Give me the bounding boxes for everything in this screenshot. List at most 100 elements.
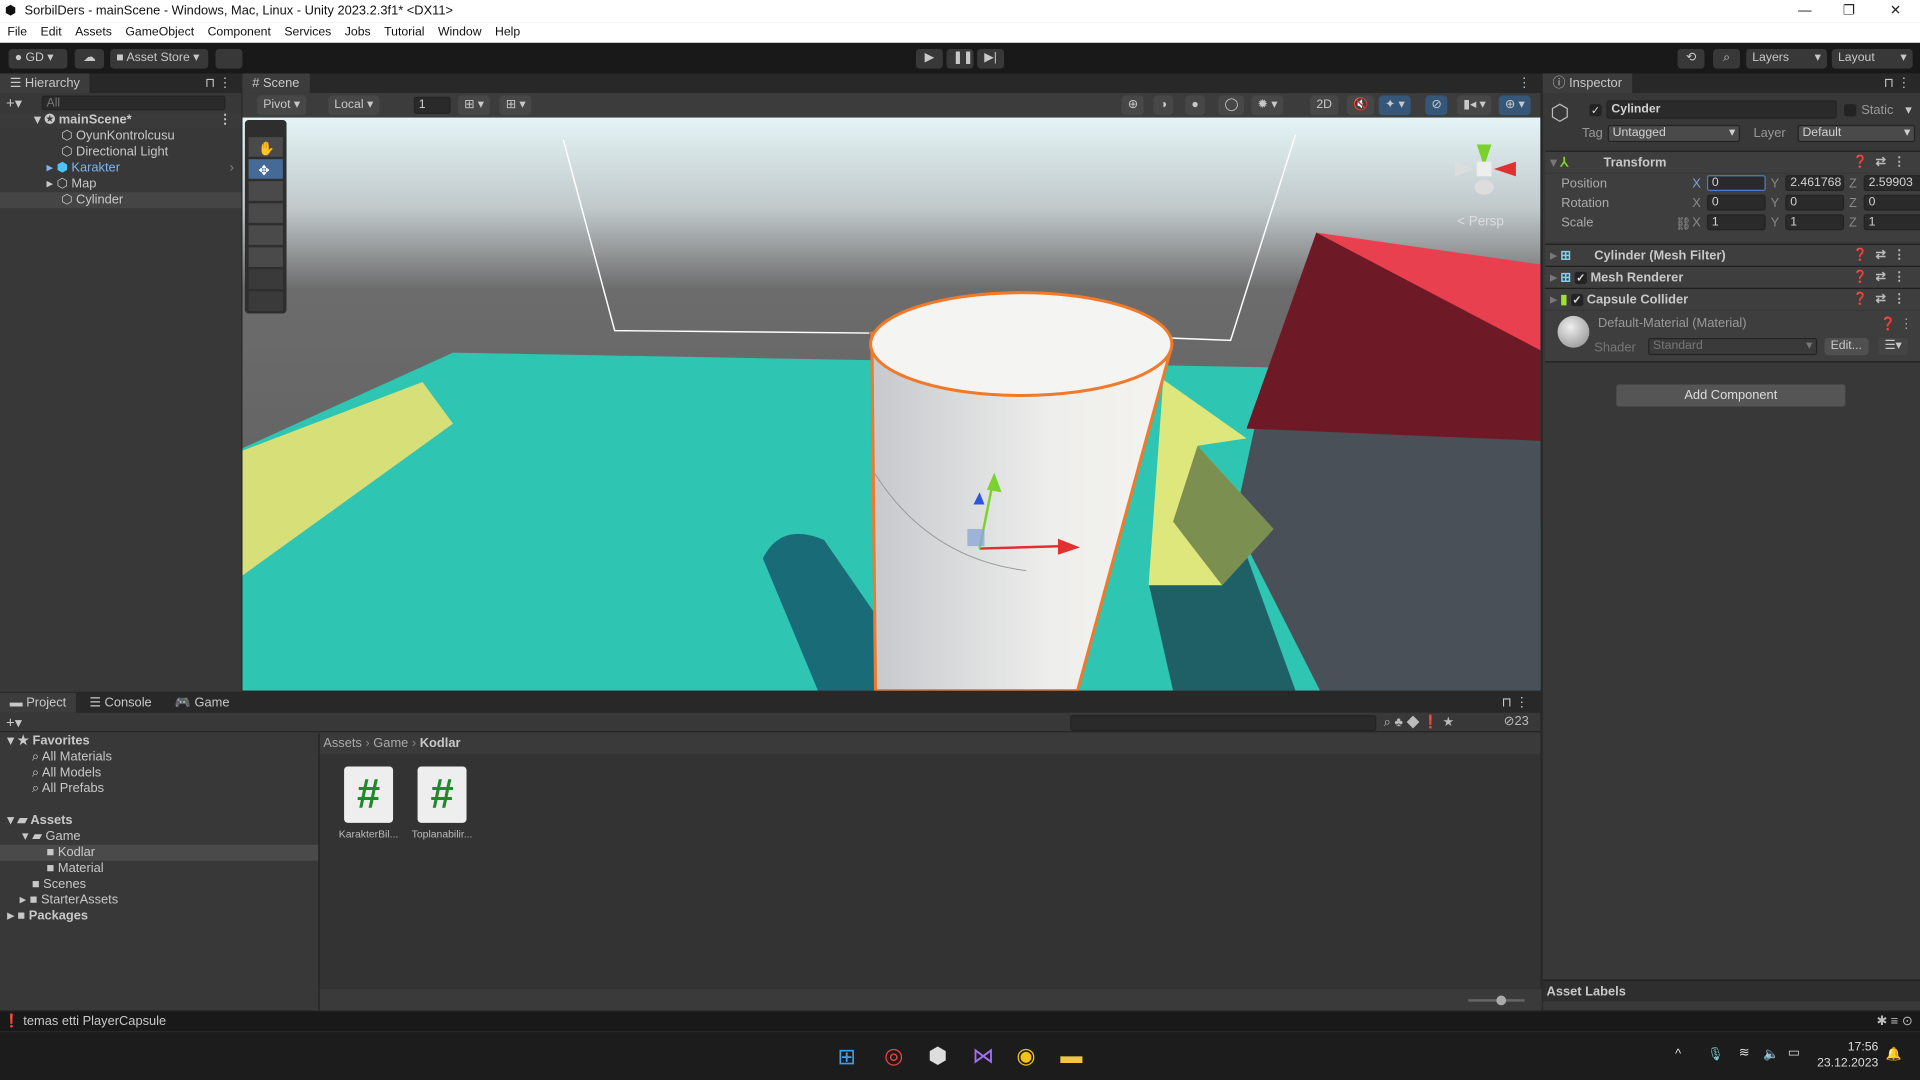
active-checkbox[interactable]: ✓ (1589, 104, 1602, 117)
hierarchy-item[interactable]: ⬡ OyunKontrolcusu (0, 129, 241, 145)
clock-time[interactable]: 17:56 (1837, 1041, 1879, 1054)
script-file[interactable]: # Toplanabilir... (408, 766, 477, 840)
folder-scenes[interactable]: ■ Scenes (0, 877, 318, 893)
rotate-tool[interactable] (248, 181, 283, 201)
filter-icons[interactable]: ⌕ ♣ ◆ ❗ ★ (1384, 714, 1454, 731)
maximize-button[interactable]: ❐ (1827, 0, 1871, 22)
folder-starterassets[interactable]: ▸ ■ StarterAssets (0, 893, 318, 909)
cloud-button[interactable]: ☁ (74, 48, 105, 69)
hierarchy-tab[interactable]: ☰ Hierarchy (0, 73, 90, 94)
menu-edit[interactable]: Edit (41, 22, 62, 43)
microphone-icon[interactable]: 🎙 (1707, 1046, 1723, 1062)
scale-z-field[interactable]: 1 (1863, 214, 1920, 231)
static-checkbox[interactable] (1844, 104, 1857, 117)
app-icon[interactable]: ◎ (884, 1043, 903, 1069)
gizmo-plane-handle[interactable] (967, 528, 985, 547)
tab-game[interactable]: 🎮 Game (165, 693, 239, 713)
component-menu-icons[interactable]: ❓⇄⋮ (1853, 289, 1913, 311)
search-button[interactable]: ⌕ (1713, 48, 1741, 69)
rotation-x-field[interactable]: 0 (1706, 194, 1766, 211)
position-z-field[interactable]: 2.59903 (1863, 175, 1920, 192)
component-menu-icons[interactable]: ❓⇄⋮ (1853, 267, 1913, 289)
hierarchy-search-input[interactable] (41, 95, 226, 111)
constrain-proportions-icon[interactable]: ⛓ (1675, 216, 1691, 232)
layout-dropdown[interactable]: Layout ▾ (1831, 48, 1913, 69)
inspector-lock-icon[interactable]: ⊓ ⋮ (1884, 73, 1910, 93)
menu-component[interactable]: Component (208, 22, 271, 43)
asset-store-button[interactable]: ■ Asset Store ▾ (110, 48, 209, 69)
windows-start-icon[interactable]: ⊞ (838, 1044, 856, 1070)
edit-shader-button[interactable]: Edit... (1824, 337, 1869, 356)
transform-tool[interactable] (248, 247, 283, 267)
clock-date[interactable]: 23.12.2023 (1812, 1057, 1878, 1070)
menu-window[interactable]: Window (438, 22, 482, 43)
layers-dropdown[interactable]: Layers ▾ (1746, 48, 1827, 69)
component-menu-icons[interactable]: ❓⇄⋮ (1853, 245, 1913, 267)
pause-button[interactable]: ❚❚ (946, 48, 974, 69)
project-add-button[interactable]: +▾ (6, 714, 22, 731)
position-x-field[interactable]: 0 (1706, 175, 1766, 192)
menu-tutorial[interactable]: Tutorial (384, 22, 424, 43)
hierarchy-item-selected[interactable]: ⬡ Cylinder (0, 192, 242, 209)
custom-tool[interactable] (248, 291, 283, 312)
favorite-item[interactable]: ⌕ All Models (0, 765, 318, 781)
local-dropdown[interactable]: Local ▾ (328, 95, 380, 116)
favorites-folder[interactable]: ▾ ★ Favorites (0, 733, 318, 749)
hierarchy-item[interactable]: ⬡ Directional Light (0, 144, 241, 160)
mesh-renderer-header[interactable]: ▸ ⊞ ✓ Mesh Renderer ❓⇄⋮ (1545, 265, 1920, 289)
hierarchy-item[interactable]: ▸ ⬡ Map (0, 176, 241, 192)
menu-file[interactable]: File (7, 22, 27, 43)
scene-fx-button[interactable]: ✦ ▾ (1378, 95, 1411, 116)
shader-dropdown[interactable]: Standard ▾ (1648, 337, 1818, 356)
wifi-icon[interactable]: ≋ (1739, 1046, 1750, 1061)
hierarchy-item[interactable]: ▸ ⬢ Karakter › (0, 160, 241, 176)
scale-y-field[interactable]: 1 (1785, 214, 1845, 231)
status-bar[interactable]: ❗ temas etti PlayerCapsule ✱ ≡ ⊙ (0, 1011, 1920, 1032)
visibility-button[interactable]: ⊘ (1425, 95, 1448, 116)
grid-snap-button[interactable]: ⊞ ▾ (457, 95, 491, 116)
grid-size-field[interactable]: 1 (413, 96, 451, 114)
effects-button[interactable]: ✹ ▾ (1251, 95, 1284, 116)
script-file[interactable]: # KarakterBil... (334, 766, 403, 840)
scene-tab[interactable]: # Scene (242, 73, 310, 94)
capsule-collider-checkbox[interactable]: ✓ (1570, 294, 1584, 307)
breadcrumb-item[interactable]: Assets (323, 736, 362, 751)
volume-icon[interactable]: 🔈 (1763, 1046, 1779, 1062)
component-menu-icons[interactable]: ❓⇄⋮ (1853, 152, 1913, 174)
transform-header[interactable]: ▾ ⅄ Transform ❓⇄⋮ (1545, 150, 1920, 174)
menu-gameobject[interactable]: GameObject (125, 22, 194, 43)
assets-folder[interactable]: ▾ ▰ Assets (0, 813, 318, 829)
hidden-packages-toggle[interactable]: ⊘23 (1504, 714, 1529, 729)
project-search-input[interactable] (1070, 715, 1377, 732)
visual-studio-icon[interactable]: ⋈ (972, 1043, 994, 1069)
scale-tool[interactable] (248, 203, 283, 223)
project-lock-icon[interactable]: ⊓ ⋮ (1502, 693, 1528, 713)
rotation-y-field[interactable]: 0 (1785, 194, 1845, 211)
breadcrumb-item[interactable]: Game (373, 736, 408, 751)
packages-folder[interactable]: ▸ ■ Packages (0, 909, 318, 925)
layer-dropdown[interactable]: Default ▾ (1797, 124, 1916, 143)
add-component-button[interactable]: Add Component (1616, 384, 1846, 407)
favorite-item[interactable]: ⌕ All Prefabs (0, 781, 318, 797)
tab-console[interactable]: ☰ Console (80, 693, 162, 713)
history-button[interactable]: ⟲ (1677, 48, 1705, 69)
tag-dropdown[interactable]: Untagged ▾ (1607, 124, 1741, 143)
asset-labels[interactable]: Asset Labels (1542, 979, 1920, 1002)
collider-tool[interactable] (248, 269, 283, 289)
draw-mode-button[interactable]: ⊕ (1121, 95, 1145, 116)
step-button[interactable]: ▶| (977, 48, 1005, 69)
audio-toggle[interactable]: 🔇 (1346, 95, 1375, 116)
scene-root[interactable]: ▾ ✪ mainScene* ⋮ (0, 112, 242, 129)
file-explorer-icon[interactable]: ▬ (1060, 1043, 1082, 1069)
mesh-filter-header[interactable]: ▸ ⊞ Cylinder (Mesh Filter) ❓⇄⋮ (1545, 243, 1920, 267)
folder-game[interactable]: ▾ ▰ Game (0, 829, 318, 845)
folder-material[interactable]: ■ Material (0, 861, 318, 877)
static-dropdown[interactable]: ▾ (1905, 103, 1911, 118)
status-icons[interactable]: ✱ ≡ ⊙ (1876, 1011, 1912, 1031)
mesh-renderer-checkbox[interactable]: ✓ (1574, 272, 1587, 285)
shader-options-button[interactable]: ☰▾ (1878, 337, 1908, 356)
grid-toggle-button[interactable]: ⊞ ▾ (499, 95, 532, 116)
shaded-button[interactable]: ◑ (1153, 95, 1174, 116)
position-y-field[interactable]: 2.461768 (1785, 175, 1845, 192)
pivot-dropdown[interactable]: Pivot ▾ (257, 95, 307, 116)
